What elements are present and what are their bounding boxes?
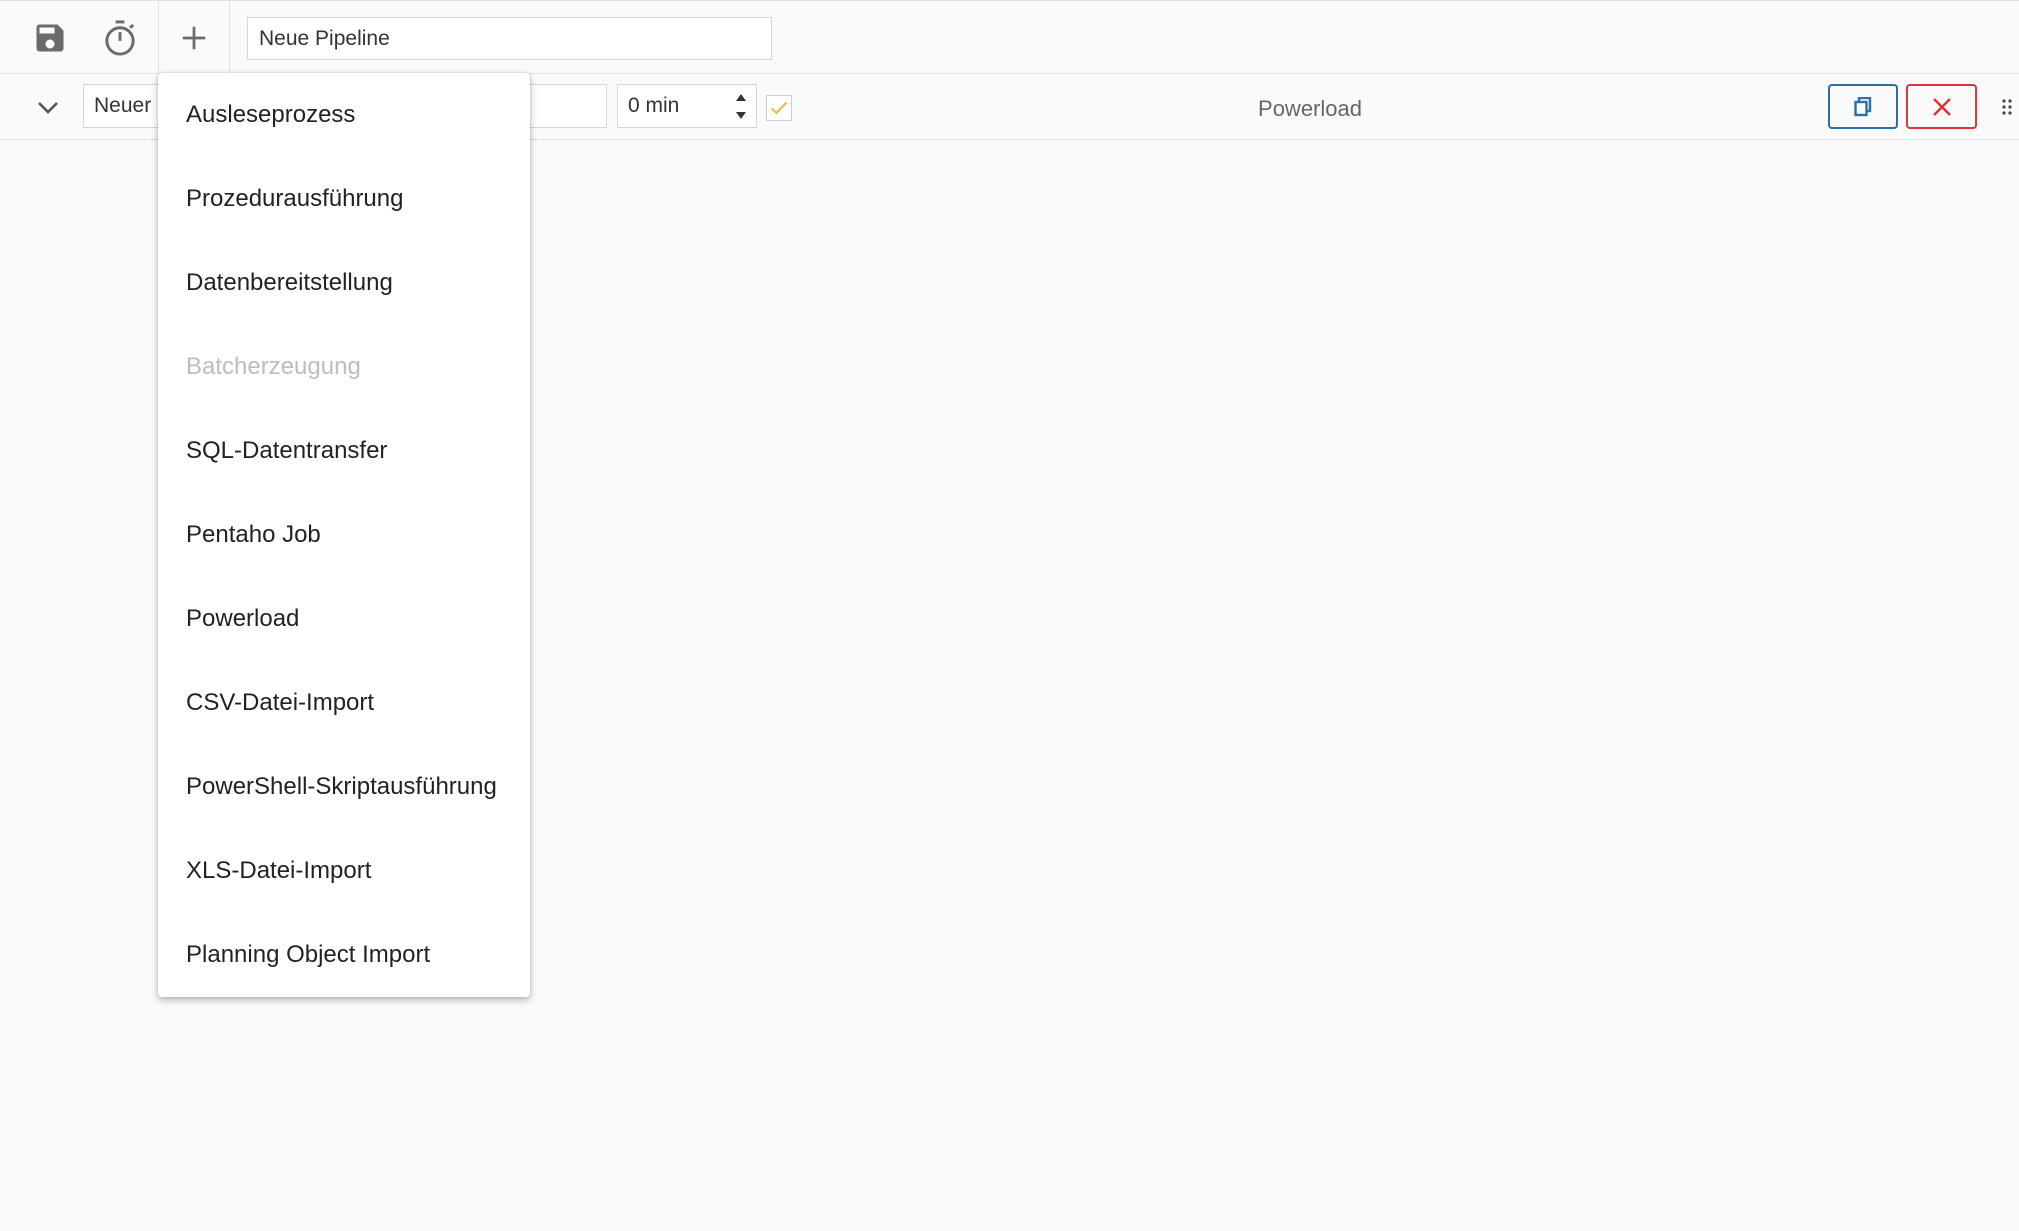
schedule-button[interactable]: [85, 1, 155, 75]
menu-item[interactable]: XLS-Datei-Import: [158, 829, 530, 913]
step-type-menu: Ausleseprozess Prozedurausführung Datenber…: [158, 73, 530, 997]
delay-increment-button[interactable]: [732, 88, 750, 106]
plus-icon: [182, 26, 206, 50]
menu-item[interactable]: Pentaho Job: [158, 493, 530, 577]
menu-item[interactable]: Prozedurausführung: [158, 157, 530, 241]
collapse-step-button[interactable]: [28, 90, 68, 126]
checkmark-icon: [770, 101, 788, 115]
menu-item[interactable]: CSV-Datei-Import: [158, 661, 530, 745]
menu-item[interactable]: Planning Object Import: [158, 913, 530, 997]
delay-input[interactable]: [618, 85, 728, 127]
drag-handle-icon: [2002, 99, 2012, 115]
stopwatch-icon: [105, 20, 135, 56]
caret-down-icon: [736, 111, 746, 119]
remove-step-button[interactable]: [1906, 84, 1977, 129]
drag-handle[interactable]: [2000, 94, 2014, 120]
menu-item: Batcherzeugung: [186, 353, 361, 380]
copy-step-button[interactable]: [1828, 84, 1898, 129]
menu-item[interactable]: Ausleseprozess: [158, 73, 530, 157]
close-icon: [1932, 97, 1951, 116]
pipeline-name-input[interactable]: [247, 17, 772, 60]
delay-decrement-button[interactable]: [732, 106, 750, 124]
caret-up-icon: [736, 93, 746, 101]
pipeline-toolbar: [0, 0, 2019, 75]
step-type-label: Powerload: [1258, 96, 1362, 121]
floppy-disk-icon: [36, 24, 64, 52]
menu-item[interactable]: PowerShell-Skriptausführung: [158, 745, 530, 829]
copy-icon: [1854, 96, 1872, 116]
delay-stepper: [617, 84, 757, 128]
step-enabled-checkbox[interactable]: [766, 95, 792, 121]
menu-item[interactable]: Datenbereitstellung: [158, 241, 530, 325]
chevron-down-icon: [38, 102, 58, 114]
menu-item[interactable]: SQL-Datentransfer: [158, 409, 530, 493]
save-button[interactable]: [15, 1, 85, 75]
menu-item[interactable]: Powerload: [158, 577, 530, 661]
add-step-button[interactable]: [158, 1, 230, 75]
